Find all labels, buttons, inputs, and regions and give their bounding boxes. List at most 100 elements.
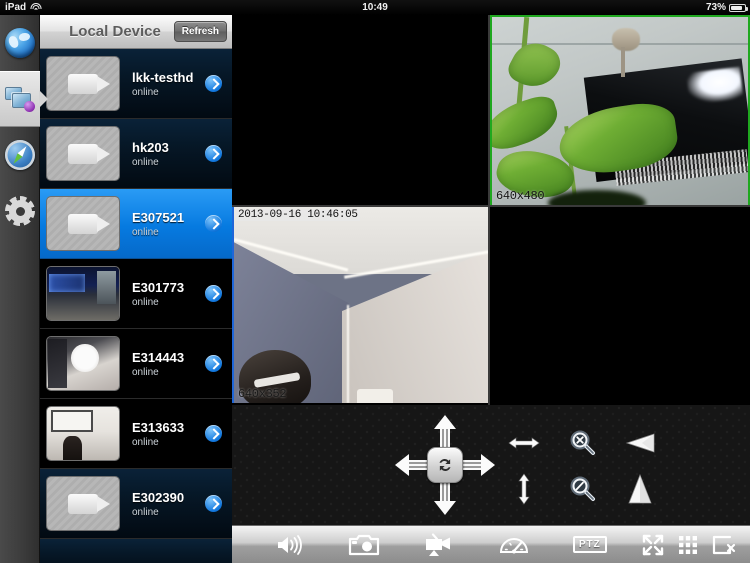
device-status: online xyxy=(132,226,159,238)
left-icon-rail xyxy=(0,15,48,563)
list-item[interactable]: lkk-testhd online xyxy=(40,49,232,119)
toolbar-right-group xyxy=(642,534,750,556)
disclosure-icon[interactable] xyxy=(205,285,222,302)
device-name: E314443 xyxy=(132,349,185,365)
compass-icon xyxy=(5,140,35,170)
device-thumbnail xyxy=(46,336,120,391)
arrow-right-icon[interactable] xyxy=(461,454,495,476)
device-status: online xyxy=(132,86,159,98)
device-name: lkk-testhd xyxy=(132,69,194,85)
ios-status-bar: iPad 10:49 73% xyxy=(0,0,750,15)
rail-item-local-device[interactable] xyxy=(0,71,48,127)
speed-icon[interactable] xyxy=(498,533,530,557)
disclosure-icon[interactable] xyxy=(205,75,222,92)
speaker-icon[interactable] xyxy=(275,533,305,557)
device-meta: E307521 online xyxy=(120,210,205,238)
device-status: online xyxy=(132,436,159,448)
video-stream-plant xyxy=(492,17,748,205)
video-cell-3[interactable]: 2013-09-16 10:46:05 640x352 xyxy=(232,207,490,403)
vertical-scan-icon[interactable] xyxy=(502,469,546,509)
device-status: online xyxy=(132,156,159,168)
arrow-up-icon[interactable] xyxy=(434,415,456,449)
device-meta: lkk-testhd online xyxy=(120,70,205,98)
timestamp-label: 2013-09-16 10:46:05 xyxy=(236,209,360,221)
device-thumbnail xyxy=(46,126,120,181)
status-right: 73% xyxy=(705,2,748,13)
device-name: E301773 xyxy=(132,279,185,295)
auto-cruise-icon[interactable] xyxy=(427,447,463,483)
disclosure-icon[interactable] xyxy=(205,215,222,232)
refresh-button[interactable]: Refresh xyxy=(173,21,227,42)
fullscreen-icon[interactable] xyxy=(642,534,664,556)
list-item[interactable]: hk203 online xyxy=(40,119,232,189)
device-thumbnail xyxy=(46,266,120,321)
resolution-label: 640x480 xyxy=(496,189,545,203)
app-root: iPad 10:49 73% Local Device Refresh lkk-… xyxy=(0,0,750,563)
list-item[interactable]: E301773 online xyxy=(40,259,232,329)
arrow-left-icon[interactable] xyxy=(395,454,429,476)
gear-icon xyxy=(5,196,35,226)
battery-percent-label: 73% xyxy=(705,2,726,13)
rail-item-internet-device[interactable] xyxy=(0,15,40,71)
disclosure-icon[interactable] xyxy=(205,355,222,372)
close-window-icon[interactable] xyxy=(712,535,736,555)
device-list[interactable]: lkk-testhd online hk203 online E307521 o… xyxy=(40,49,232,563)
device-status: online xyxy=(132,366,159,378)
list-item[interactable]: E314443 online xyxy=(40,329,232,399)
device-panel-header: Local Device Refresh xyxy=(40,15,232,49)
zoom-out-icon[interactable] xyxy=(560,423,604,463)
record-icon[interactable] xyxy=(422,532,456,558)
device-meta: E314443 online xyxy=(120,350,205,378)
ptz-icon[interactable]: PTZ xyxy=(572,536,607,553)
device-thumbnail xyxy=(46,196,120,251)
device-meta: E313633 online xyxy=(120,420,205,448)
ptz-function-grid xyxy=(502,423,682,509)
disclosure-icon[interactable] xyxy=(205,425,222,442)
device-thumbnail xyxy=(46,56,120,111)
horizontal-scan-icon[interactable] xyxy=(502,423,546,463)
globe-icon xyxy=(5,28,35,58)
battery-icon xyxy=(729,3,748,12)
status-clock: 10:49 xyxy=(362,2,388,13)
vertical-mirror-icon[interactable] xyxy=(618,469,662,509)
device-name: E302390 xyxy=(132,489,185,505)
list-item[interactable]: E302390 online xyxy=(40,469,232,539)
horizontal-flip-icon[interactable] xyxy=(618,423,662,463)
device-status: online xyxy=(132,296,159,308)
list-item-partial[interactable] xyxy=(40,539,232,563)
toolbar-left-group: PTZ xyxy=(232,532,642,558)
grid-divider-horizontal xyxy=(232,205,750,207)
ptz-dpad xyxy=(395,415,495,515)
rail-item-settings[interactable] xyxy=(0,183,40,239)
video-cell-1[interactable] xyxy=(232,15,490,207)
screens-icon xyxy=(5,86,35,112)
grid-divider-vertical xyxy=(488,15,490,405)
arrow-down-icon[interactable] xyxy=(434,481,456,515)
ptz-control-panel xyxy=(232,405,750,525)
video-cell-2[interactable]: 640x480 xyxy=(490,15,750,207)
device-thumbnail xyxy=(46,406,120,461)
disclosure-icon[interactable] xyxy=(205,145,222,162)
video-cell-4[interactable] xyxy=(490,207,750,403)
resolution-label: 640x352 xyxy=(238,387,287,401)
zoom-in-icon[interactable] xyxy=(560,469,604,509)
ptz-label: PTZ xyxy=(572,536,607,553)
snapshot-icon[interactable] xyxy=(348,533,380,557)
bottom-toolbar: PTZ xyxy=(232,525,750,563)
device-thumbnail xyxy=(46,476,120,531)
device-name: E313633 xyxy=(132,419,185,435)
list-item-selected[interactable]: E307521 online xyxy=(40,189,232,259)
device-name: E307521 xyxy=(132,209,185,225)
video-grid: 640x480 2013-09-16 10:46:05 640x352 xyxy=(232,15,750,405)
rail-item-recent[interactable] xyxy=(0,127,40,183)
device-name: hk203 xyxy=(132,139,169,155)
grid-layout-icon[interactable] xyxy=(678,535,698,555)
device-meta: E302390 online xyxy=(120,490,205,518)
device-status: online xyxy=(132,506,159,518)
device-meta: hk203 online xyxy=(120,140,205,168)
device-panel: Local Device Refresh lkk-testhd online h… xyxy=(40,15,232,563)
video-stream-room xyxy=(234,207,490,403)
disclosure-icon[interactable] xyxy=(205,495,222,512)
list-item[interactable]: E313633 online xyxy=(40,399,232,469)
device-meta: E301773 online xyxy=(120,280,205,308)
